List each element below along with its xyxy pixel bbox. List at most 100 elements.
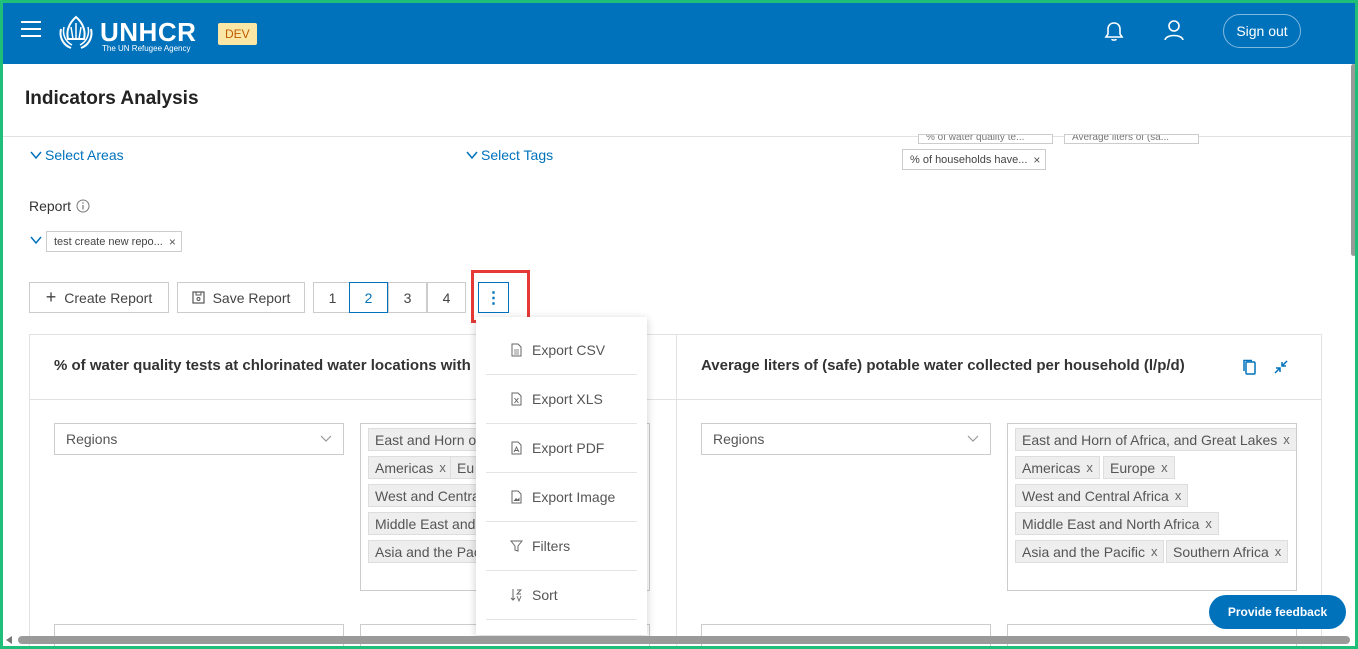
save-report-button[interactable]: Save Report xyxy=(177,282,305,313)
menu-item-export-image[interactable]: Export Image xyxy=(486,473,637,522)
remove-tag-icon[interactable]: x xyxy=(1283,432,1290,447)
horizontal-scrollbar[interactable] xyxy=(18,636,1350,644)
tag-label: Middle East and xyxy=(375,515,476,532)
region-tag[interactable]: Americas x xyxy=(1015,456,1100,479)
page-title: Indicators Analysis xyxy=(25,88,199,109)
chevron-down-icon xyxy=(30,151,42,160)
highlight-box xyxy=(471,270,530,323)
menu-item-label: Export PDF xyxy=(532,440,605,456)
region-tag[interactable]: Americas x xyxy=(368,456,453,479)
region-tag[interactable]: East and Horn of xyxy=(368,428,488,451)
tag-label: East and Horn of xyxy=(375,431,481,448)
save-report-label: Save Report xyxy=(212,289,291,306)
hamburger-menu-icon[interactable] xyxy=(21,21,41,39)
user-icon[interactable] xyxy=(1163,19,1185,41)
top-header: UNHCR The UN Refugee Agency DEV Sign out xyxy=(3,3,1356,64)
tag-label: West and Centra xyxy=(375,487,480,504)
remove-tag-icon[interactable]: x xyxy=(1161,460,1168,475)
info-icon[interactable] xyxy=(76,199,90,213)
remove-tag-icon[interactable]: x xyxy=(1275,544,1282,559)
report-label: Report xyxy=(29,198,90,214)
remove-tag-icon[interactable]: x xyxy=(439,460,446,475)
regions-dropdown[interactable]: Regions xyxy=(54,423,344,455)
region-tag[interactable]: West and Centra xyxy=(368,484,487,507)
remove-chip-icon[interactable]: × xyxy=(169,235,176,249)
region-tag[interactable]: Asia and the Pac xyxy=(368,540,488,563)
menu-item-export-csv[interactable]: Export CSV xyxy=(486,326,637,375)
chip-label: % of water quality te... xyxy=(926,134,1025,143)
chevron-down-icon xyxy=(320,435,332,442)
menu-item-export-xls[interactable]: Export XLS xyxy=(486,375,637,424)
chevron-down-icon[interactable] xyxy=(30,235,42,245)
page-button-4[interactable]: 4 xyxy=(427,282,466,313)
scroll-left-arrow-icon[interactable] xyxy=(6,636,12,644)
region-tag[interactable]: Asia and the Pacific x xyxy=(1015,540,1165,563)
create-report-button[interactable]: + Create Report xyxy=(29,282,169,313)
chip-label: % of households have... xyxy=(910,153,1028,166)
remove-tag-icon[interactable]: x xyxy=(1175,488,1182,503)
menu-item-label: Export XLS xyxy=(532,391,603,407)
unhcr-logo[interactable]: UNHCR The UN Refugee Agency xyxy=(55,13,205,57)
indicator-chip[interactable]: % of households have... × xyxy=(902,149,1047,170)
region-tag[interactable]: Europe x xyxy=(1103,456,1175,479)
tag-label: Southern Africa xyxy=(1173,543,1269,560)
remove-chip-icon[interactable]: × xyxy=(1033,153,1040,167)
tag-label: Asia and the Pacific xyxy=(1022,543,1145,560)
remove-tag-icon[interactable]: x xyxy=(1086,460,1093,475)
select-areas-label: Select Areas xyxy=(45,147,124,163)
file-pdf-icon xyxy=(511,441,522,455)
remove-tag-icon[interactable]: x xyxy=(1151,544,1158,559)
select-tags-dropdown[interactable]: Select Tags xyxy=(466,147,553,163)
region-tag[interactable]: Southern Africa x xyxy=(1166,540,1289,563)
indicator-chip[interactable]: Average liters of (sa... xyxy=(1064,134,1199,144)
bell-icon[interactable] xyxy=(1103,20,1125,42)
tag-label: Americas xyxy=(1022,459,1081,476)
region-tag[interactable]: Middle East and xyxy=(368,512,483,535)
unhcr-emblem-icon xyxy=(59,15,93,49)
region-tags-box[interactable]: East and Horn of Africa, and Great Lakes… xyxy=(1007,423,1297,591)
tag-label: Europe xyxy=(1110,459,1156,476)
brand-subtitle: The UN Refugee Agency xyxy=(102,44,191,53)
remove-tag-icon[interactable]: x xyxy=(1205,516,1212,531)
sign-out-button[interactable]: Sign out xyxy=(1223,14,1301,48)
report-chip-label: test create new repo... xyxy=(54,235,163,248)
tag-label: Asia and the Pac xyxy=(375,543,481,560)
page-button-1[interactable]: 1 xyxy=(313,282,352,313)
plus-icon: + xyxy=(45,287,57,307)
vertical-scrollbar[interactable] xyxy=(1351,64,1356,256)
collapse-icon[interactable] xyxy=(1273,359,1289,375)
more-options-menu: Export CSV Export XLS Export PDF Export … xyxy=(476,317,647,635)
select-tags-label: Select Tags xyxy=(481,147,554,163)
regions-dropdown[interactable]: Regions xyxy=(701,423,991,455)
environment-badge: DEV xyxy=(218,23,257,45)
select-areas-dropdown[interactable]: Select Areas xyxy=(30,147,124,163)
dropdown-value: Regions xyxy=(66,431,118,447)
menu-item-label: Filters xyxy=(532,538,571,554)
tag-label: Middle East and North Africa xyxy=(1022,515,1200,532)
sort-icon xyxy=(510,589,523,602)
provide-feedback-button[interactable]: Provide feedback xyxy=(1209,595,1346,629)
tag-label: Americas xyxy=(375,459,434,476)
region-tag[interactable]: West and Central Africa x xyxy=(1015,484,1189,507)
menu-item-filters[interactable]: Filters xyxy=(486,522,637,571)
file-csv-icon xyxy=(511,343,522,357)
report-label-text: Report xyxy=(29,198,72,214)
menu-item-label: Export Image xyxy=(532,489,616,505)
menu-item-export-pdf[interactable]: Export PDF xyxy=(486,424,637,473)
filter-icon xyxy=(510,540,523,552)
menu-item-sort[interactable]: Sort xyxy=(486,571,637,620)
chip-label: Average liters of (sa... xyxy=(1072,134,1170,143)
copy-icon[interactable] xyxy=(1242,359,1258,375)
page-button-3[interactable]: 3 xyxy=(388,282,427,313)
dropdown-value: Regions xyxy=(713,431,765,447)
page-button-2[interactable]: 2 xyxy=(349,282,388,313)
region-tag[interactable]: East and Horn of Africa, and Great Lakes… xyxy=(1015,428,1296,451)
chevron-down-icon xyxy=(466,151,478,160)
menu-item-label: Sort xyxy=(532,587,558,603)
report-chip[interactable]: test create new repo... × xyxy=(46,231,182,252)
tag-label: East and Horn of Africa, and Great Lakes xyxy=(1022,431,1278,448)
tag-label: West and Central Africa xyxy=(1022,487,1169,504)
indicator-chip[interactable]: % of water quality te... xyxy=(918,134,1053,144)
card-title: Average liters of (safe) potable water c… xyxy=(701,357,1185,374)
region-tag[interactable]: Middle East and North Africa x xyxy=(1015,512,1219,535)
